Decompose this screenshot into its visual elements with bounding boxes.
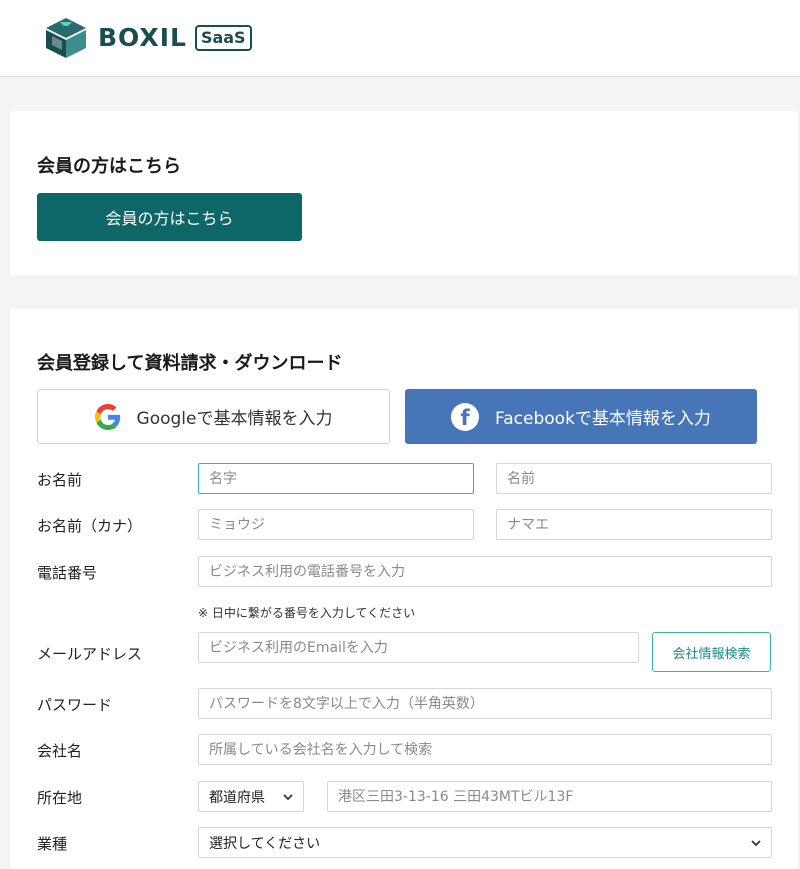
member-login-card: 会員の方はこちら 会員の方はこちら: [10, 111, 798, 275]
registration-card: 会員登録して資料請求・ダウンロード Googleで基本情報を入力 f Faceb…: [10, 309, 798, 869]
google-icon: [94, 403, 120, 430]
phone-note: ※ 日中に繋がる番号を入力してください: [198, 606, 416, 620]
phone-label: 電話番号: [37, 564, 98, 582]
email-input[interactable]: [198, 632, 639, 663]
member-heading: 会員の方はこちら: [37, 156, 181, 177]
last-name-input[interactable]: [198, 463, 474, 494]
company-label: 会社名: [37, 742, 83, 760]
name-label: お名前: [37, 471, 83, 489]
company-input[interactable]: [198, 734, 772, 765]
email-label: メールアドレス: [37, 645, 143, 663]
industry-selected-value: 選択してください: [209, 835, 321, 852]
facebook-icon: f: [451, 402, 480, 431]
boxil-logo[interactable]: BOXIL SaaS: [42, 16, 252, 60]
industry-select[interactable]: 選択してください: [198, 827, 772, 858]
address-label: 所在地: [37, 789, 83, 807]
brand-badge: SaaS: [194, 25, 252, 51]
facebook-signup-button[interactable]: f Facebookで基本情報を入力: [405, 389, 757, 444]
password-label: パスワード: [37, 696, 113, 714]
chevron-down-icon: [751, 839, 761, 846]
brand-name: BOXIL: [98, 23, 187, 52]
boxil-logo-icon: [46, 18, 86, 58]
google-signup-button[interactable]: Googleで基本情報を入力: [37, 389, 390, 444]
register-heading: 会員登録して資料請求・ダウンロード: [37, 353, 343, 374]
first-name-kana-input[interactable]: [496, 509, 772, 540]
member-login-button[interactable]: 会員の方はこちら: [37, 193, 302, 241]
prefecture-selected-value: 都道府県: [209, 789, 265, 806]
last-name-kana-input[interactable]: [198, 509, 474, 540]
phone-input[interactable]: [198, 556, 772, 587]
company-info-search-button[interactable]: 会社情報検索: [652, 632, 771, 672]
industry-label: 業種: [37, 835, 68, 853]
facebook-signup-label: Facebookで基本情報を入力: [495, 409, 711, 429]
prefecture-select[interactable]: 都道府県: [198, 781, 304, 812]
address-input[interactable]: [327, 781, 772, 812]
first-name-input[interactable]: [496, 463, 772, 494]
kana-label: お名前（カナ）: [37, 517, 143, 535]
password-input[interactable]: [198, 688, 772, 719]
site-header: BOXIL SaaS: [0, 0, 800, 77]
chevron-down-icon: [283, 793, 293, 800]
google-signup-label: Googleで基本情報を入力: [136, 409, 333, 429]
